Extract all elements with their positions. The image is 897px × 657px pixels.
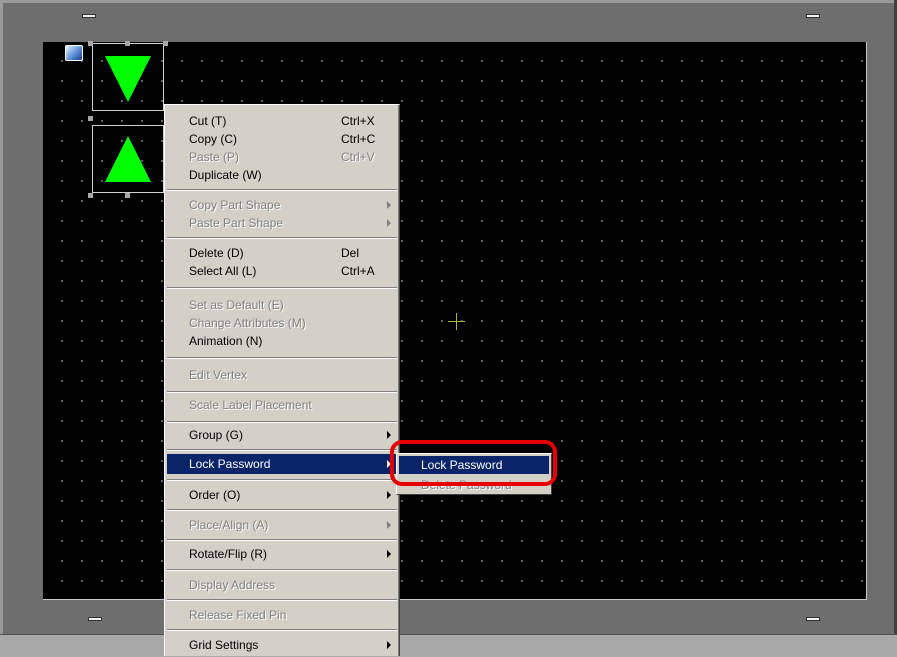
menu-separator (167, 449, 397, 451)
menu-separator (167, 287, 397, 289)
submenu-arrow-icon (387, 641, 391, 649)
up-triangle-shape (105, 136, 151, 182)
menu-item-group[interactable]: Group (G) (167, 425, 397, 445)
menu-separator (167, 509, 397, 511)
selection-handle[interactable] (125, 41, 130, 46)
selection-handle[interactable] (163, 41, 168, 46)
menu-item-delete[interactable]: Delete (D) Del (167, 243, 397, 263)
menu-separator (167, 539, 397, 541)
menu-item-grid-settings[interactable]: Grid Settings (167, 635, 397, 655)
menu-item-change-attributes: Change Attributes (M) (189, 316, 306, 330)
menu-item-lock-password[interactable]: Lock Password (167, 454, 397, 474)
menu-separator (167, 237, 397, 239)
menu-item-cut[interactable]: Cut (T) Ctrl+X (167, 111, 397, 131)
menu-item-paste: Paste (P) Ctrl+V (189, 150, 375, 164)
submenu-arrow-icon (387, 521, 391, 529)
menu-item-copy[interactable]: Copy (C) Ctrl+C (167, 129, 397, 149)
window-frame-left (0, 0, 3, 656)
selection-handle[interactable] (88, 41, 93, 46)
menu-separator (167, 629, 397, 631)
menu-separator (167, 569, 397, 571)
menu-item-select-all[interactable]: Select All (L) Ctrl+A (167, 261, 397, 281)
menu-item-edit-vertex: Edit Vertex (189, 368, 248, 382)
up-triangle-part[interactable] (92, 125, 164, 193)
down-triangle-shape (105, 56, 151, 102)
bottom-status-strip (0, 634, 897, 657)
menu-separator (167, 479, 397, 481)
menu-item-release-fixed-pin: Release Fixed Pin (189, 608, 287, 622)
selection-handle[interactable] (88, 116, 93, 121)
context-menu: Cut (T) Ctrl+X Copy (C) Ctrl+C Paste (P) Ct… (164, 104, 400, 656)
crosshair-cursor-icon (448, 313, 465, 330)
menu-separator (167, 357, 397, 359)
submenu-arrow-icon (387, 201, 391, 209)
menu-separator (167, 391, 397, 393)
menu-item-paste-part-shape: Paste Part Shape (167, 213, 397, 233)
menu-item-place-align: Place/Align (A) (167, 515, 397, 535)
submenu-arrow-icon (387, 460, 391, 468)
submenu-arrow-icon (387, 219, 391, 227)
resize-handle-top-left[interactable] (82, 14, 96, 18)
submenu-arrow-icon (387, 550, 391, 558)
submenu-arrow-icon (387, 491, 391, 499)
submenu-item-delete-password: Delete Password (421, 478, 512, 492)
menu-item-rotate-flip[interactable]: Rotate/Flip (R) (167, 544, 397, 564)
menu-item-duplicate[interactable]: Duplicate (W) (167, 165, 397, 185)
menu-item-copy-part-shape: Copy Part Shape (167, 195, 397, 215)
resize-handle-top-right[interactable] (806, 14, 820, 18)
menu-item-animation[interactable]: Animation (N) (167, 331, 397, 351)
down-triangle-part[interactable] (92, 43, 164, 111)
menu-separator (167, 599, 397, 601)
lock-password-submenu: Lock Password Delete Password (396, 453, 552, 495)
menu-item-scale-label-placement: Scale Label Placement (189, 398, 312, 412)
menu-item-set-as-default: Set as Default (E) (189, 298, 284, 312)
resize-handle-bottom-left[interactable] (88, 617, 102, 621)
submenu-arrow-icon (387, 431, 391, 439)
menu-separator (167, 189, 397, 191)
selection-handle[interactable] (125, 193, 130, 198)
menu-separator (167, 421, 397, 423)
menu-item-display-address: Display Address (189, 578, 276, 592)
submenu-item-lock-password[interactable]: Lock Password (399, 456, 549, 474)
resize-handle-bottom-right[interactable] (806, 617, 820, 621)
selection-handle[interactable] (88, 193, 93, 198)
window-frame-top (0, 0, 897, 3)
globe-icon (65, 45, 83, 61)
menu-item-order[interactable]: Order (O) (167, 485, 397, 505)
